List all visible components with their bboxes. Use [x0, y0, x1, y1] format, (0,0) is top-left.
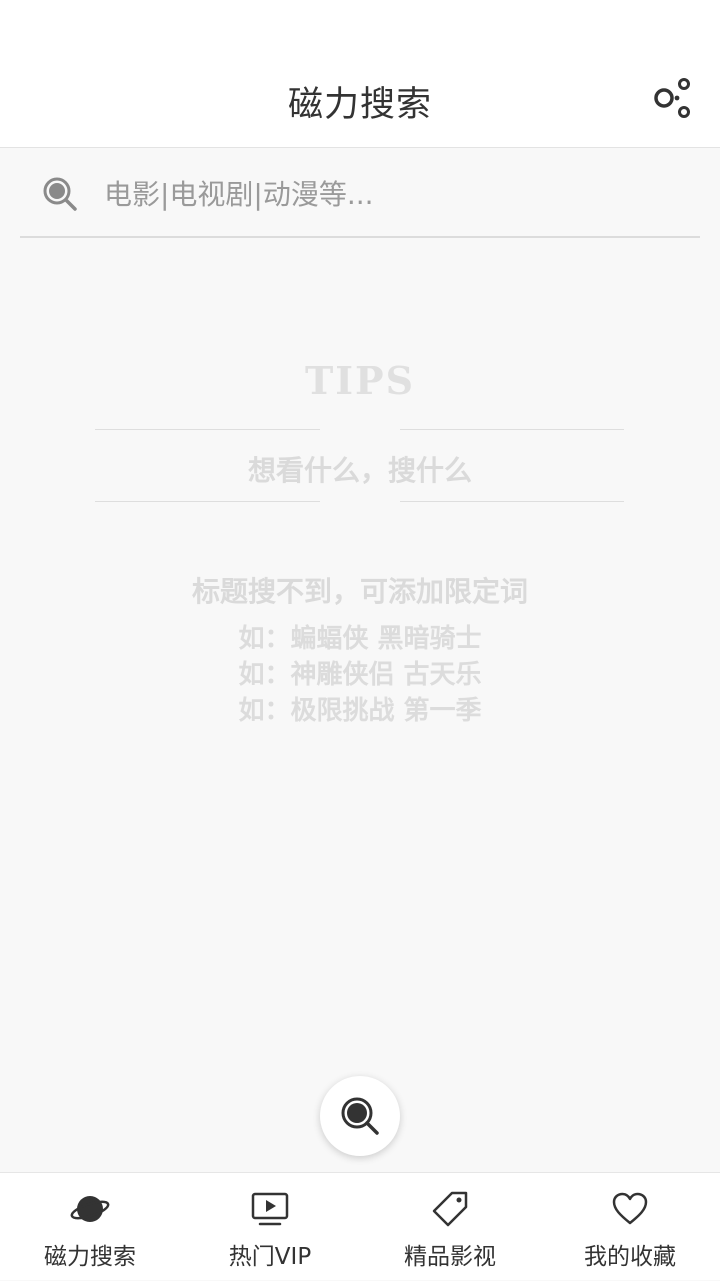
tip-line-2: 标题搜不到，可添加限定词 — [191, 575, 528, 608]
tip-example: 如：神雕侠侣 古天乐 — [238, 660, 482, 690]
search-input[interactable] — [102, 166, 686, 222]
nav-label: 精品影视 — [404, 1244, 496, 1270]
tip-line-1: 想看什么，搜什么 — [247, 454, 472, 487]
nav-label: 热门VIP — [228, 1244, 312, 1270]
search-bar — [20, 148, 700, 238]
heart-icon — [612, 1192, 648, 1225]
nav-item-hot-vip[interactable]: 热门VIP — [180, 1173, 360, 1281]
search-icon — [341, 1097, 379, 1135]
divider — [95, 429, 320, 430]
tv-play-icon — [251, 1192, 289, 1226]
tag-icon — [432, 1191, 468, 1227]
nav-label: 我的收藏 — [584, 1244, 676, 1270]
nav-item-featured-films[interactable]: 精品影视 — [360, 1173, 540, 1281]
nav-item-magnet-search[interactable]: 磁力搜索 — [0, 1173, 180, 1281]
tips-title: TIPS — [304, 358, 416, 403]
tip-example: 如：极限挑战 第一季 — [238, 696, 482, 726]
nav-item-my-favorites[interactable]: 我的收藏 — [540, 1173, 720, 1281]
tip-example: 如：蝙蝠侠 黑暗骑士 — [238, 624, 482, 654]
tips-body: 想看什么，搜什么 标题搜不到，可添加限定词 如：蝙蝠侠 黑暗骑士 如：神雕侠侣 … — [0, 407, 720, 726]
divider — [400, 501, 624, 502]
tip-examples: 如：蝙蝠侠 黑暗骑士 如：神雕侠侣 古天乐 如：极限挑战 第一季 — [0, 621, 720, 729]
share-icon — [654, 78, 690, 118]
tips-panel: TIPS 想看什么，搜什么 标题搜不到，可添加限定词 如：蝙蝠侠 黑暗骑士 如：… — [0, 355, 720, 726]
nav-label: 磁力搜索 — [44, 1244, 136, 1270]
share-button[interactable] — [654, 77, 692, 119]
search-icon — [43, 177, 77, 211]
page-title: 磁力搜索 — [287, 85, 432, 125]
bottom-nav: 磁力搜索 热门VIP 精品影视 我的收藏 — [0, 1172, 720, 1280]
divider — [400, 429, 624, 430]
status-bar — [0, 0, 720, 50]
planet-icon — [70, 1196, 110, 1222]
divider — [95, 501, 320, 502]
search-fab-button[interactable] — [320, 1076, 400, 1156]
app-header: 磁力搜索 — [0, 50, 720, 148]
